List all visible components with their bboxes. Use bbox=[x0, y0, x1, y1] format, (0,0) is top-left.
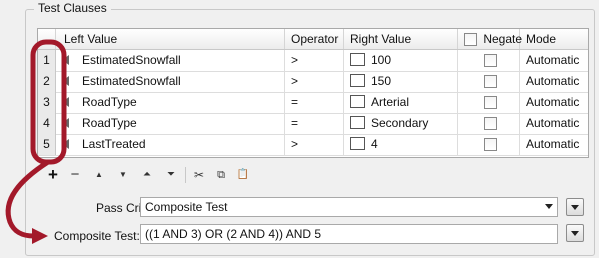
right-value-text: 4 bbox=[371, 137, 378, 151]
header-negate-label: Negate bbox=[483, 32, 523, 46]
negate-checkbox[interactable] bbox=[484, 117, 497, 131]
right-value-cell[interactable]: 100 bbox=[344, 50, 458, 71]
right-value-cell[interactable]: Arterial bbox=[344, 92, 458, 113]
left-value-cell[interactable]: EstimatedSnowfall bbox=[56, 50, 285, 71]
right-value-text: 100 bbox=[371, 53, 392, 67]
right-value-cell[interactable]: Secondary bbox=[344, 113, 458, 134]
mode-cell[interactable]: Automatic bbox=[520, 134, 588, 155]
table-row[interactable]: 4 RoadType = Secondary Automatic bbox=[38, 113, 588, 135]
chevron-down-icon bbox=[571, 205, 579, 210]
negate-checkbox[interactable] bbox=[484, 75, 497, 89]
pass-criteria-menu-button[interactable] bbox=[566, 198, 584, 216]
header-left-value[interactable]: Left Value bbox=[56, 29, 285, 49]
composite-test-menu-button[interactable] bbox=[566, 224, 584, 242]
header-operator[interactable]: Operator bbox=[285, 29, 344, 49]
mode-cell[interactable]: Automatic bbox=[520, 50, 588, 71]
operator-cell[interactable]: > bbox=[285, 50, 344, 71]
move-up-button[interactable]: ▲ bbox=[90, 166, 108, 184]
value-type-icon bbox=[350, 95, 365, 109]
right-value-cell[interactable]: 150 bbox=[344, 71, 458, 92]
operator-cell[interactable]: = bbox=[285, 92, 344, 113]
table-header: Left Value Operator Right Value Negate M… bbox=[38, 29, 588, 50]
pass-criteria-value: Composite Test bbox=[145, 200, 228, 214]
test-clauses-table: Left Value Operator Right Value Negate M… bbox=[37, 28, 589, 158]
operator-cell[interactable]: > bbox=[285, 71, 344, 92]
copy-button[interactable]: ⧉ bbox=[212, 166, 230, 184]
table-row[interactable]: 3 RoadType = Arterial Automatic bbox=[38, 92, 588, 114]
left-value-cell[interactable]: RoadType bbox=[56, 113, 285, 134]
negate-cell bbox=[458, 113, 520, 134]
move-to-bottom-button[interactable]: ⏷ bbox=[162, 166, 180, 184]
right-value-text: Arterial bbox=[371, 95, 410, 109]
row-number[interactable]: 4 bbox=[38, 113, 56, 134]
add-row-button[interactable]: + bbox=[44, 166, 62, 184]
right-value-text: 150 bbox=[371, 74, 392, 88]
paste-button[interactable]: 📋 bbox=[234, 166, 252, 184]
operator-cell[interactable]: > bbox=[285, 134, 344, 155]
negate-cell bbox=[458, 50, 520, 71]
left-value-cell[interactable]: RoadType bbox=[56, 92, 285, 113]
right-value-cell[interactable]: 4 bbox=[344, 134, 458, 155]
composite-test-value: ((1 AND 3) OR (2 AND 4)) AND 5 bbox=[145, 227, 322, 241]
cut-button[interactable]: ✂ bbox=[190, 166, 208, 184]
chevron-down-icon bbox=[545, 204, 553, 209]
negate-checkbox[interactable] bbox=[484, 54, 497, 68]
row-number[interactable]: 1 bbox=[38, 50, 56, 71]
negate-cell bbox=[458, 71, 520, 92]
negate-cell bbox=[458, 92, 520, 113]
right-value-text: Secondary bbox=[371, 116, 429, 130]
move-down-button[interactable]: ▼ bbox=[114, 166, 132, 184]
row-number[interactable]: 5 bbox=[38, 134, 56, 155]
header-right-value[interactable]: Right Value bbox=[344, 29, 458, 49]
header-mode[interactable]: Mode bbox=[520, 29, 588, 49]
header-row-number bbox=[38, 29, 56, 49]
negate-cell bbox=[458, 134, 520, 155]
mode-cell[interactable]: Automatic bbox=[520, 113, 588, 134]
negate-checkbox[interactable] bbox=[484, 96, 497, 110]
table-row[interactable]: 2 EstimatedSnowfall > 150 Automatic bbox=[38, 71, 588, 93]
chevron-down-icon bbox=[571, 231, 579, 236]
value-type-icon bbox=[350, 116, 365, 130]
remove-row-button[interactable]: − bbox=[66, 166, 84, 184]
test-clauses-panel: Test Clauses Left Value Operator Right V… bbox=[0, 0, 599, 258]
left-value-cell[interactable]: EstimatedSnowfall bbox=[56, 71, 285, 92]
table-row[interactable]: 1 EstimatedSnowfall > 100 Automatic bbox=[38, 50, 588, 72]
mode-cell[interactable]: Automatic bbox=[520, 71, 588, 92]
negate-all-checkbox[interactable] bbox=[464, 33, 477, 47]
row-number[interactable]: 2 bbox=[38, 71, 56, 92]
operator-cell[interactable]: = bbox=[285, 113, 344, 134]
composite-test-label: Composite Test: bbox=[54, 229, 140, 243]
pass-criteria-select[interactable]: Composite Test bbox=[140, 197, 558, 217]
header-negate[interactable]: Negate bbox=[458, 29, 523, 49]
value-type-icon bbox=[350, 53, 365, 67]
move-to-top-button[interactable]: ⏶ bbox=[138, 166, 156, 184]
negate-checkbox[interactable] bbox=[484, 138, 497, 152]
group-title: Test Clauses bbox=[34, 1, 111, 15]
toolbar-separator bbox=[185, 167, 186, 183]
value-type-icon bbox=[350, 137, 365, 151]
table-row[interactable]: 5 LastTreated > 4 Automatic bbox=[38, 134, 588, 156]
value-type-icon bbox=[350, 74, 365, 88]
row-number[interactable]: 3 bbox=[38, 92, 56, 113]
mode-cell[interactable]: Automatic bbox=[520, 92, 588, 113]
composite-test-input[interactable]: ((1 AND 3) OR (2 AND 4)) AND 5 bbox=[140, 224, 558, 244]
left-value-cell[interactable]: LastTreated bbox=[56, 134, 285, 155]
